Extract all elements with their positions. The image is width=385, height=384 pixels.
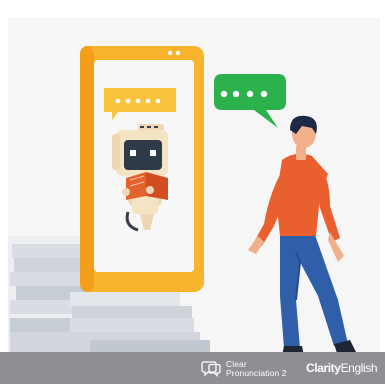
product-name-line2: Pronunciation 2 bbox=[226, 368, 287, 378]
company-logo: ClarityEnglish bbox=[306, 361, 378, 375]
speech-logo-icon bbox=[201, 361, 221, 377]
company-name-bold: Clarity bbox=[306, 361, 341, 375]
company-name-regular: English bbox=[340, 361, 378, 375]
product-name: Clear Pronunciation 2 bbox=[226, 360, 287, 378]
product-brand: Clear Pronunciation 2 bbox=[200, 356, 287, 382]
illustration-scene bbox=[8, 18, 380, 358]
ad-banner: Clear Pronunciation 2 ClarityEnglish bbox=[0, 0, 385, 384]
